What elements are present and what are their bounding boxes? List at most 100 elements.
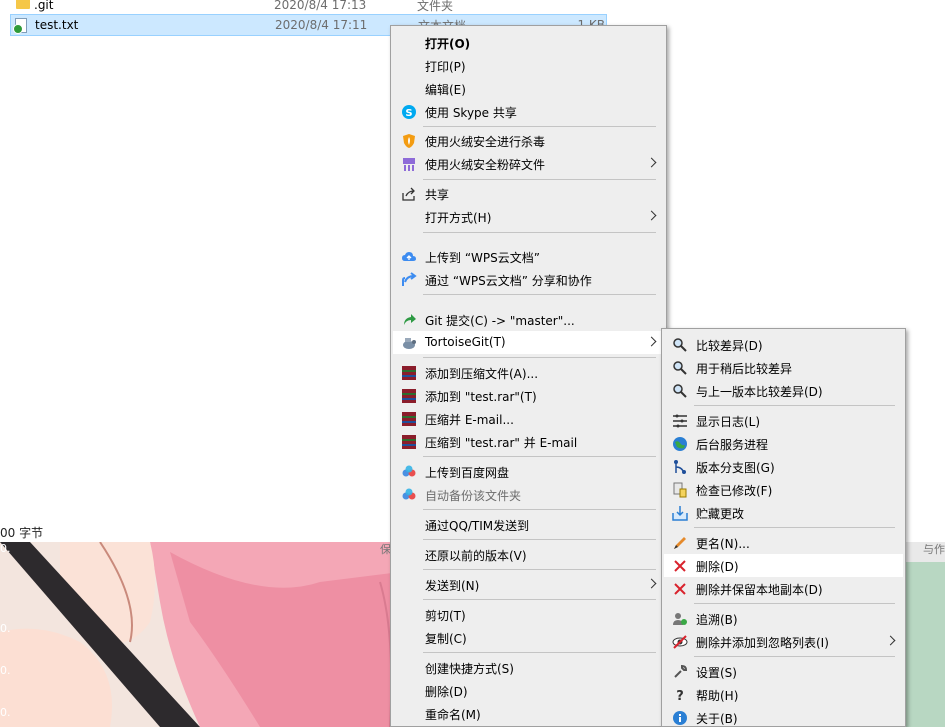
skype-icon: S <box>402 105 416 119</box>
svg-text:S: S <box>405 108 412 119</box>
menu-item-wps-share[interactable]: 通过 “WPS云文档” 分享和协作 <box>393 268 664 291</box>
menu-separator <box>423 357 656 358</box>
submenu-item-delete-keep[interactable]: 删除并保留本地副本(D) <box>664 577 903 600</box>
menu-separator <box>423 569 656 570</box>
tortoisegit-icon <box>403 338 416 349</box>
menu-item-copy[interactable]: 复制(C) <box>393 626 664 649</box>
chevron-right-icon <box>646 210 657 221</box>
submenu-item-diff-prev[interactable]: 与上一版本比较差异(D) <box>664 379 903 402</box>
pencil-icon <box>674 537 686 549</box>
text-file-icon <box>13 18 27 34</box>
menu-separator <box>694 527 895 528</box>
submenu-item-delete[interactable]: 删除(D) <box>664 554 903 577</box>
menu-item-cut[interactable]: 剪切(T) <box>393 603 664 626</box>
background-value: 0. <box>0 622 11 635</box>
menu-separator <box>694 405 895 406</box>
menu-separator <box>423 294 656 295</box>
menu-separator <box>423 456 656 457</box>
wps-share-icon <box>402 272 417 286</box>
menu-item-rar-add-test[interactable]: 添加到 "test.rar"(T) <box>393 384 664 407</box>
chevron-right-icon <box>885 635 896 646</box>
file-date: 2020/8/4 17:13 <box>274 0 367 12</box>
menu-separator <box>694 656 895 657</box>
menu-item-open[interactable]: 打开(O) <box>393 31 664 54</box>
context-menu: 打开(O) 打印(P) 编辑(E) S 使用 Skype 共享 使用火绒安全进行… <box>390 25 667 727</box>
file-type: 文件夹 <box>417 0 454 13</box>
submenu-item-check-modifications[interactable]: 检查已修改(F) <box>664 478 903 501</box>
submenu-item-stash[interactable]: 贮藏更改 <box>664 501 903 524</box>
menu-item-tortoisegit[interactable]: TortoiseGit(T) <box>393 331 664 354</box>
menu-item-qq-send[interactable]: 通过QQ/TIM发送到 <box>393 513 664 536</box>
menu-item-edit[interactable]: 编辑(E) <box>393 77 664 100</box>
menu-item-delete[interactable]: 删除(D) <box>393 679 664 702</box>
file-name: .git <box>34 0 54 12</box>
menu-item-rar-email[interactable]: 压缩并 E-mail... <box>393 407 664 430</box>
magnifier-icon <box>673 361 687 375</box>
menu-item-rar-add[interactable]: 添加到压缩文件(A)... <box>393 361 664 384</box>
file-name: test.txt <box>35 18 79 32</box>
submenu-item-blame[interactable]: 追溯(B) <box>664 607 903 630</box>
delete-x-icon <box>674 583 686 595</box>
menu-separator <box>423 652 656 653</box>
menu-item-baidu-upload[interactable]: 上传到百度网盘 <box>393 460 664 483</box>
menu-item-print[interactable]: 打印(P) <box>393 54 664 77</box>
submenu-item-about[interactable]: 关于(B) <box>664 706 903 727</box>
branch-graph-icon <box>674 460 686 474</box>
winrar-icon <box>402 412 416 426</box>
chevron-right-icon <box>646 336 657 347</box>
menu-item-huorong-shred[interactable]: 使用火绒安全粉碎文件 <box>393 152 664 175</box>
git-commit-icon <box>404 314 416 325</box>
menu-item-huorong-scan[interactable]: 使用火绒安全进行杀毒 <box>393 129 664 152</box>
menu-item-create-shortcut[interactable]: 创建快捷方式(S) <box>393 656 664 679</box>
submenu-item-rename[interactable]: 更名(N)... <box>664 531 903 554</box>
log-icon <box>673 414 687 428</box>
background-label: 与作 <box>923 543 945 556</box>
cloud-upload-icon <box>402 252 416 261</box>
file-date: 2020/8/4 17:11 <box>275 18 368 32</box>
menu-item-skype-share[interactable]: S 使用 Skype 共享 <box>393 100 664 123</box>
submenu-item-diff[interactable]: 比较差异(D) <box>664 333 903 356</box>
menu-separator <box>423 599 656 600</box>
menu-item-share[interactable]: 共享 <box>393 182 664 205</box>
submenu-item-revgraph[interactable]: 版本分支图(G) <box>664 455 903 478</box>
menu-item-rar-test-email[interactable]: 压缩到 "test.rar" 并 E-mail <box>393 430 664 453</box>
blame-icon <box>673 613 687 625</box>
submenu-item-daemon[interactable]: 后台服务进程 <box>664 432 903 455</box>
chevron-right-icon <box>646 157 657 168</box>
wrench-icon <box>674 664 688 678</box>
menu-separator <box>423 509 656 510</box>
submenu-item-help[interactable]: ? 帮助(H) <box>664 683 903 706</box>
stash-icon <box>672 506 688 521</box>
menu-item-restore[interactable]: 还原以前的版本(V) <box>393 543 664 566</box>
folder-icon <box>16 0 30 9</box>
menu-item-open-with[interactable]: 打开方式(H) <box>393 205 664 228</box>
globe-icon <box>673 437 687 451</box>
baidu-cloud-icon <box>402 488 416 500</box>
info-icon <box>673 711 687 725</box>
winrar-icon <box>402 389 416 403</box>
submenu-item-settings[interactable]: 设置(S) <box>664 660 903 683</box>
shredder-icon <box>403 158 415 171</box>
submenu-item-delete-ignore[interactable]: 删除并添加到忽略列表(I) <box>664 630 903 653</box>
menu-separator <box>423 232 656 233</box>
menu-item-git-commit[interactable]: Git 提交(C) -> "master"... <box>393 308 664 331</box>
submenu-item-diff-later[interactable]: 用于稍后比较差异 <box>664 356 903 379</box>
ignore-eye-icon <box>672 635 688 649</box>
help-icon: ? <box>676 689 684 703</box>
check-modifications-icon <box>673 482 687 498</box>
winrar-icon <box>402 435 416 449</box>
menu-item-rename[interactable]: 重命名(M) <box>393 702 664 725</box>
menu-separator <box>423 126 656 127</box>
delete-x-icon <box>674 560 686 572</box>
share-icon <box>402 187 415 201</box>
menu-item-wps-upload[interactable]: 上传到 “WPS云文档” <box>393 245 664 268</box>
magnifier-icon <box>673 338 687 352</box>
background-value: 0. <box>0 706 11 719</box>
menu-item-send-to[interactable]: 发送到(N) <box>393 573 664 596</box>
menu-separator <box>694 603 895 604</box>
tortoisegit-submenu: 比较差异(D) 用于稍后比较差异 与上一版本比较差异(D) 显示日志(L) 后台… <box>661 328 906 727</box>
submenu-item-log[interactable]: 显示日志(L) <box>664 409 903 432</box>
menu-item-baidu-backup[interactable]: 自动备份该文件夹 <box>393 483 664 506</box>
menu-separator <box>423 179 656 180</box>
chevron-right-icon <box>646 578 657 589</box>
